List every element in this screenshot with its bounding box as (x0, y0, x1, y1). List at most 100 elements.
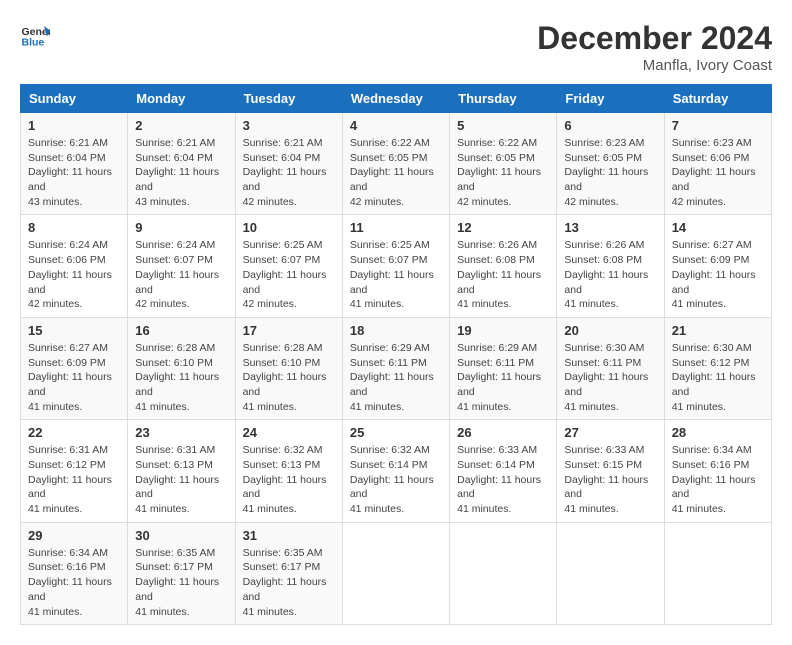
location-subtitle: Manfla, Ivory Coast (537, 57, 772, 74)
day-cell: 11 Sunrise: 6:25 AM Sunset: 6:07 PM Dayl… (342, 215, 449, 317)
day-cell: 4 Sunrise: 6:22 AM Sunset: 6:05 PM Dayli… (342, 113, 449, 215)
day-info: Sunrise: 6:35 AM Sunset: 6:17 PM Dayligh… (243, 546, 335, 619)
header-friday: Friday (557, 85, 664, 113)
day-number: 9 (135, 220, 227, 235)
day-info: Sunrise: 6:26 AM Sunset: 6:08 PM Dayligh… (457, 238, 549, 311)
day-cell: 24 Sunrise: 6:32 AM Sunset: 6:13 PM Dayl… (235, 420, 342, 522)
day-number: 30 (135, 528, 227, 543)
day-number: 7 (672, 118, 764, 133)
day-cell: 21 Sunrise: 6:30 AM Sunset: 6:12 PM Dayl… (664, 317, 771, 419)
day-cell: 12 Sunrise: 6:26 AM Sunset: 6:08 PM Dayl… (450, 215, 557, 317)
day-number: 16 (135, 323, 227, 338)
day-cell: 8 Sunrise: 6:24 AM Sunset: 6:06 PM Dayli… (21, 215, 128, 317)
day-info: Sunrise: 6:33 AM Sunset: 6:15 PM Dayligh… (564, 443, 656, 516)
day-cell: 9 Sunrise: 6:24 AM Sunset: 6:07 PM Dayli… (128, 215, 235, 317)
day-info: Sunrise: 6:23 AM Sunset: 6:05 PM Dayligh… (564, 136, 656, 209)
day-cell: 20 Sunrise: 6:30 AM Sunset: 6:11 PM Dayl… (557, 317, 664, 419)
day-cell: 15 Sunrise: 6:27 AM Sunset: 6:09 PM Dayl… (21, 317, 128, 419)
day-info: Sunrise: 6:30 AM Sunset: 6:12 PM Dayligh… (672, 341, 764, 414)
day-info: Sunrise: 6:32 AM Sunset: 6:13 PM Dayligh… (243, 443, 335, 516)
week-row-1: 1 Sunrise: 6:21 AM Sunset: 6:04 PM Dayli… (21, 113, 772, 215)
day-number: 4 (350, 118, 442, 133)
day-number: 25 (350, 425, 442, 440)
day-info: Sunrise: 6:25 AM Sunset: 6:07 PM Dayligh… (243, 238, 335, 311)
day-cell: 19 Sunrise: 6:29 AM Sunset: 6:11 PM Dayl… (450, 317, 557, 419)
day-number: 1 (28, 118, 120, 133)
day-number: 11 (350, 220, 442, 235)
day-cell (557, 522, 664, 624)
day-number: 14 (672, 220, 764, 235)
day-number: 17 (243, 323, 335, 338)
header-wednesday: Wednesday (342, 85, 449, 113)
day-info: Sunrise: 6:24 AM Sunset: 6:07 PM Dayligh… (135, 238, 227, 311)
day-info: Sunrise: 6:34 AM Sunset: 6:16 PM Dayligh… (28, 546, 120, 619)
header-row: SundayMondayTuesdayWednesdayThursdayFrid… (21, 85, 772, 113)
day-info: Sunrise: 6:21 AM Sunset: 6:04 PM Dayligh… (243, 136, 335, 209)
day-info: Sunrise: 6:24 AM Sunset: 6:06 PM Dayligh… (28, 238, 120, 311)
day-number: 6 (564, 118, 656, 133)
day-cell (342, 522, 449, 624)
title-area: December 2024 Manfla, Ivory Coast (537, 20, 772, 74)
logo-icon: General Blue (20, 20, 50, 50)
day-cell: 28 Sunrise: 6:34 AM Sunset: 6:16 PM Dayl… (664, 420, 771, 522)
day-number: 8 (28, 220, 120, 235)
day-cell: 29 Sunrise: 6:34 AM Sunset: 6:16 PM Dayl… (21, 522, 128, 624)
day-number: 12 (457, 220, 549, 235)
day-cell: 27 Sunrise: 6:33 AM Sunset: 6:15 PM Dayl… (557, 420, 664, 522)
logo: General Blue (20, 20, 50, 50)
day-number: 28 (672, 425, 764, 440)
day-info: Sunrise: 6:25 AM Sunset: 6:07 PM Dayligh… (350, 238, 442, 311)
day-number: 21 (672, 323, 764, 338)
day-cell: 23 Sunrise: 6:31 AM Sunset: 6:13 PM Dayl… (128, 420, 235, 522)
day-info: Sunrise: 6:28 AM Sunset: 6:10 PM Dayligh… (243, 341, 335, 414)
day-info: Sunrise: 6:32 AM Sunset: 6:14 PM Dayligh… (350, 443, 442, 516)
day-number: 24 (243, 425, 335, 440)
day-cell: 31 Sunrise: 6:35 AM Sunset: 6:17 PM Dayl… (235, 522, 342, 624)
day-number: 20 (564, 323, 656, 338)
day-cell: 13 Sunrise: 6:26 AM Sunset: 6:08 PM Dayl… (557, 215, 664, 317)
day-number: 2 (135, 118, 227, 133)
day-number: 18 (350, 323, 442, 338)
calendar-table: SundayMondayTuesdayWednesdayThursdayFrid… (20, 84, 772, 625)
day-info: Sunrise: 6:27 AM Sunset: 6:09 PM Dayligh… (672, 238, 764, 311)
day-info: Sunrise: 6:23 AM Sunset: 6:06 PM Dayligh… (672, 136, 764, 209)
header-monday: Monday (128, 85, 235, 113)
week-row-3: 15 Sunrise: 6:27 AM Sunset: 6:09 PM Dayl… (21, 317, 772, 419)
day-number: 23 (135, 425, 227, 440)
day-cell: 25 Sunrise: 6:32 AM Sunset: 6:14 PM Dayl… (342, 420, 449, 522)
day-number: 27 (564, 425, 656, 440)
day-number: 22 (28, 425, 120, 440)
header-sunday: Sunday (21, 85, 128, 113)
day-info: Sunrise: 6:26 AM Sunset: 6:08 PM Dayligh… (564, 238, 656, 311)
week-row-4: 22 Sunrise: 6:31 AM Sunset: 6:12 PM Dayl… (21, 420, 772, 522)
week-row-5: 29 Sunrise: 6:34 AM Sunset: 6:16 PM Dayl… (21, 522, 772, 624)
day-info: Sunrise: 6:27 AM Sunset: 6:09 PM Dayligh… (28, 341, 120, 414)
day-cell (450, 522, 557, 624)
day-info: Sunrise: 6:31 AM Sunset: 6:12 PM Dayligh… (28, 443, 120, 516)
day-number: 31 (243, 528, 335, 543)
day-cell (664, 522, 771, 624)
day-info: Sunrise: 6:22 AM Sunset: 6:05 PM Dayligh… (457, 136, 549, 209)
day-info: Sunrise: 6:28 AM Sunset: 6:10 PM Dayligh… (135, 341, 227, 414)
day-cell: 17 Sunrise: 6:28 AM Sunset: 6:10 PM Dayl… (235, 317, 342, 419)
day-info: Sunrise: 6:30 AM Sunset: 6:11 PM Dayligh… (564, 341, 656, 414)
month-year-title: December 2024 (537, 20, 772, 57)
day-number: 13 (564, 220, 656, 235)
day-cell: 5 Sunrise: 6:22 AM Sunset: 6:05 PM Dayli… (450, 113, 557, 215)
day-info: Sunrise: 6:21 AM Sunset: 6:04 PM Dayligh… (28, 136, 120, 209)
day-info: Sunrise: 6:33 AM Sunset: 6:14 PM Dayligh… (457, 443, 549, 516)
day-info: Sunrise: 6:29 AM Sunset: 6:11 PM Dayligh… (350, 341, 442, 414)
day-info: Sunrise: 6:22 AM Sunset: 6:05 PM Dayligh… (350, 136, 442, 209)
day-cell: 30 Sunrise: 6:35 AM Sunset: 6:17 PM Dayl… (128, 522, 235, 624)
day-cell: 22 Sunrise: 6:31 AM Sunset: 6:12 PM Dayl… (21, 420, 128, 522)
day-number: 3 (243, 118, 335, 133)
day-number: 15 (28, 323, 120, 338)
svg-text:Blue: Blue (22, 37, 45, 49)
day-info: Sunrise: 6:29 AM Sunset: 6:11 PM Dayligh… (457, 341, 549, 414)
day-number: 29 (28, 528, 120, 543)
day-cell: 3 Sunrise: 6:21 AM Sunset: 6:04 PM Dayli… (235, 113, 342, 215)
header-tuesday: Tuesday (235, 85, 342, 113)
day-cell: 10 Sunrise: 6:25 AM Sunset: 6:07 PM Dayl… (235, 215, 342, 317)
day-cell: 18 Sunrise: 6:29 AM Sunset: 6:11 PM Dayl… (342, 317, 449, 419)
day-cell: 1 Sunrise: 6:21 AM Sunset: 6:04 PM Dayli… (21, 113, 128, 215)
